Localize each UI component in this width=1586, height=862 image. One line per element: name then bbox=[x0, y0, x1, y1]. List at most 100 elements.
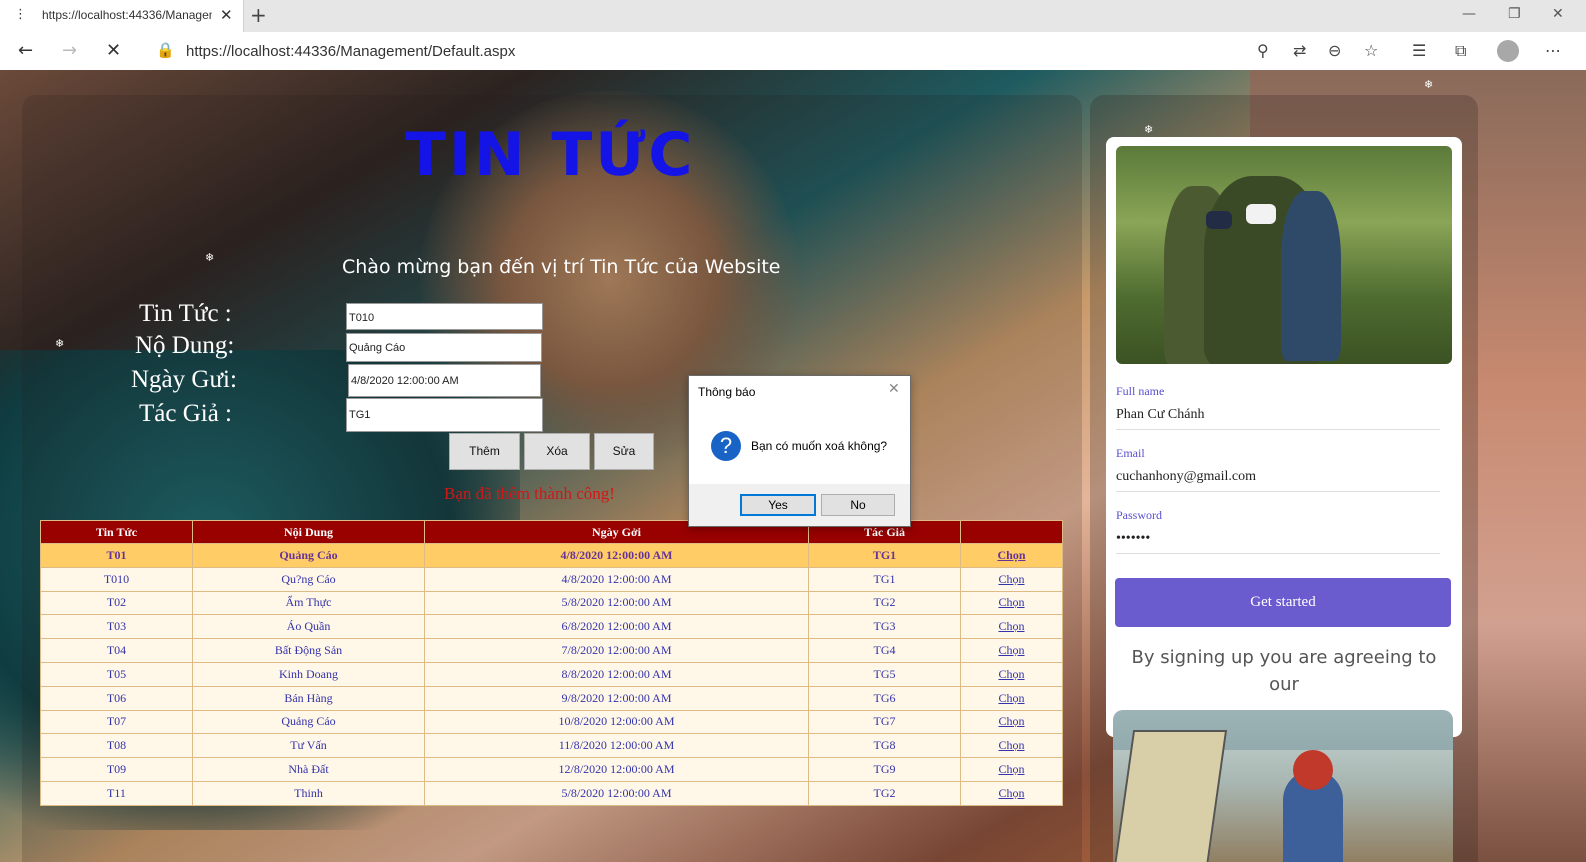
cell-noi-dung: Quảng Cáo bbox=[192, 709, 425, 735]
cell-action: Chọn bbox=[960, 733, 1063, 759]
minimize-icon[interactable]: — bbox=[1462, 6, 1476, 22]
browser-tab-bar: ⋮ https://localhost:44336/Managem ✕ + — … bbox=[0, 0, 1586, 32]
sua-button[interactable]: Sửa bbox=[594, 433, 654, 470]
cell-action: Chọn bbox=[960, 757, 1063, 782]
yes-button[interactable]: Yes bbox=[740, 494, 816, 516]
chon-link[interactable]: Chọn bbox=[998, 619, 1024, 633]
translate-icon[interactable]: ⇄ bbox=[1293, 41, 1306, 60]
cell-tac-gia: TG8 bbox=[808, 733, 961, 759]
noi-dung-input[interactable]: Quảng Cáo bbox=[346, 333, 542, 362]
chon-link[interactable]: Chọn bbox=[998, 572, 1024, 586]
table-row: T03 Áo Quần 6/8/2020 12:00:00 AM TG3 Chọn bbox=[40, 614, 1063, 640]
dialog-message: Bạn có muốn xoá không? bbox=[751, 439, 888, 453]
no-button[interactable]: No bbox=[821, 494, 895, 516]
browser-tab[interactable]: ⋮ https://localhost:44336/Managem ✕ bbox=[0, 0, 244, 32]
cell-noi-dung: Tư Vấn bbox=[192, 733, 425, 759]
dialog-footer: Yes No bbox=[689, 484, 910, 526]
more-icon[interactable]: ⋯ bbox=[1545, 41, 1561, 60]
chon-link[interactable]: Chọn bbox=[998, 643, 1024, 657]
cell-ngay-gui: 11/8/2020 12:00:00 AM bbox=[424, 733, 809, 759]
key-icon[interactable]: ⚲ bbox=[1257, 41, 1269, 60]
back-icon[interactable]: ← bbox=[18, 40, 33, 61]
favorites-icon[interactable]: ☰ bbox=[1412, 41, 1426, 60]
cell-ngay-gui: 4/8/2020 12:00:00 AM bbox=[424, 566, 809, 592]
cell-noi-dung: Áo Quần bbox=[192, 614, 425, 640]
xoa-button[interactable]: Xóa bbox=[524, 433, 590, 470]
restore-icon[interactable]: ❐ bbox=[1508, 6, 1521, 22]
zoom-icon[interactable]: ⊖ bbox=[1328, 41, 1341, 60]
them-button[interactable]: Thêm bbox=[449, 433, 520, 470]
favorite-star-icon[interactable]: ☆ bbox=[1364, 41, 1378, 60]
forward-icon[interactable]: → bbox=[62, 40, 77, 61]
chon-link[interactable]: Chọn bbox=[998, 714, 1024, 728]
chon-link[interactable]: Chọn bbox=[998, 691, 1024, 705]
table-row: T07 Quảng Cáo 10/8/2020 12:00:00 AM TG7 Chọn bbox=[40, 709, 1063, 735]
chon-link[interactable]: Chọn bbox=[998, 762, 1024, 776]
cell-tin-tuc: T09 bbox=[40, 757, 193, 782]
cell-tac-gia: TG3 bbox=[808, 614, 961, 640]
cell-tac-gia: TG4 bbox=[808, 638, 961, 663]
cell-noi-dung: Bán Hàng bbox=[192, 685, 425, 711]
agreement-text: By signing up you are agreeing to our bbox=[1131, 647, 1437, 695]
chon-link[interactable]: Chọn bbox=[998, 786, 1024, 800]
full-name-field[interactable]: Phan Cư Chánh bbox=[1116, 407, 1440, 430]
noi-dung-label: Nộ Dung: bbox=[135, 332, 235, 359]
cell-action: Chọn bbox=[960, 709, 1063, 735]
snowflake-icon: ❄ bbox=[1144, 123, 1154, 136]
cell-tin-tuc: T06 bbox=[40, 685, 193, 711]
cell-action: Chọn bbox=[960, 614, 1063, 640]
cell-ngay-gui: 9/8/2020 12:00:00 AM bbox=[424, 685, 809, 711]
tab-close-icon[interactable]: ✕ bbox=[220, 6, 233, 24]
table-row: T04 Bất Động Sản 7/8/2020 12:00:00 AM TG4 Ch… bbox=[40, 638, 1063, 663]
cell-ngay-gui: 6/8/2020 12:00:00 AM bbox=[424, 614, 809, 640]
url-box[interactable]: 🔒 https://localhost:44336/Management/Def… bbox=[146, 35, 1392, 67]
table-row: T08 Tư Vấn 11/8/2020 12:00:00 AM TG8 Chọn bbox=[40, 733, 1063, 759]
snowflake-icon: ❄ bbox=[55, 337, 65, 350]
cell-tac-gia: TG5 bbox=[808, 661, 961, 687]
dialog-close-icon[interactable]: ✕ bbox=[888, 381, 900, 397]
full-name-label: Full name bbox=[1116, 384, 1165, 398]
chon-link[interactable]: Chọn bbox=[998, 595, 1024, 609]
url-text[interactable]: https://localhost:44336/Management/Defau… bbox=[186, 43, 515, 60]
welcome-text: Chào mừng bạn đến vị trí Tin Tức của Web… bbox=[342, 256, 781, 278]
lock-icon: 🔒 bbox=[156, 41, 175, 59]
cell-tin-tuc: T010 bbox=[40, 566, 193, 592]
soldiers-photo bbox=[1116, 146, 1452, 364]
question-icon: ? bbox=[711, 431, 741, 461]
table-row: T010 Qu?ng Cáo 4/8/2020 12:00:00 AM TG1 Chọn bbox=[40, 566, 1063, 592]
snowflake-icon: ❄ bbox=[1424, 78, 1434, 91]
cell-action: Chọn bbox=[960, 566, 1063, 592]
window-close-icon[interactable]: ✕ bbox=[1552, 6, 1564, 22]
chon-link[interactable]: Chọn bbox=[998, 738, 1024, 752]
cell-tac-gia: TG1 bbox=[808, 566, 961, 592]
page-title: TIN TỨC bbox=[405, 120, 696, 190]
cell-tac-gia: TG2 bbox=[808, 780, 961, 806]
ngay-gui-input[interactable]: 4/8/2020 12:00:00 AM bbox=[348, 364, 541, 397]
stop-icon[interactable]: ✕ bbox=[106, 40, 121, 61]
email-field[interactable]: cuchanhony@gmail.com bbox=[1116, 469, 1440, 492]
tac-gia-input[interactable]: TG1 bbox=[346, 398, 543, 432]
collections-icon[interactable]: ⧉ bbox=[1455, 41, 1466, 61]
cell-tac-gia: TG9 bbox=[808, 757, 961, 782]
comic-illustration bbox=[1113, 710, 1453, 862]
get-started-button[interactable]: Get started bbox=[1115, 578, 1451, 627]
cell-action: Chọn bbox=[960, 780, 1063, 806]
news-table: Tin Tức Nội Dung Ngày Gởi Tác Giả T01 Quả… bbox=[40, 520, 1063, 806]
tab-menu-icon[interactable]: ⋮ bbox=[14, 7, 27, 22]
new-tab-icon[interactable]: + bbox=[250, 3, 267, 27]
cell-action: Chọn bbox=[960, 543, 1063, 568]
chon-link[interactable]: Chọn bbox=[998, 667, 1024, 681]
cell-action: Chọn bbox=[960, 590, 1063, 616]
profile-avatar[interactable] bbox=[1497, 40, 1519, 62]
success-message: Bạn đã thêm thành công! bbox=[444, 484, 615, 503]
snowflake-icon: ❄ bbox=[205, 251, 215, 264]
cell-tin-tuc: T07 bbox=[40, 709, 193, 735]
cell-tin-tuc: T11 bbox=[40, 780, 193, 806]
email-label: Email bbox=[1116, 446, 1145, 460]
cell-noi-dung: Kinh Doang bbox=[192, 661, 425, 687]
cell-noi-dung: Thinh bbox=[192, 780, 425, 806]
password-field[interactable]: ••••••• bbox=[1116, 531, 1440, 554]
table-row: T05 Kinh Doang 8/8/2020 12:00:00 AM TG5 Chọn bbox=[40, 661, 1063, 687]
tin-tuc-input[interactable]: T010 bbox=[346, 303, 543, 330]
chon-link[interactable]: Chọn bbox=[997, 548, 1025, 562]
